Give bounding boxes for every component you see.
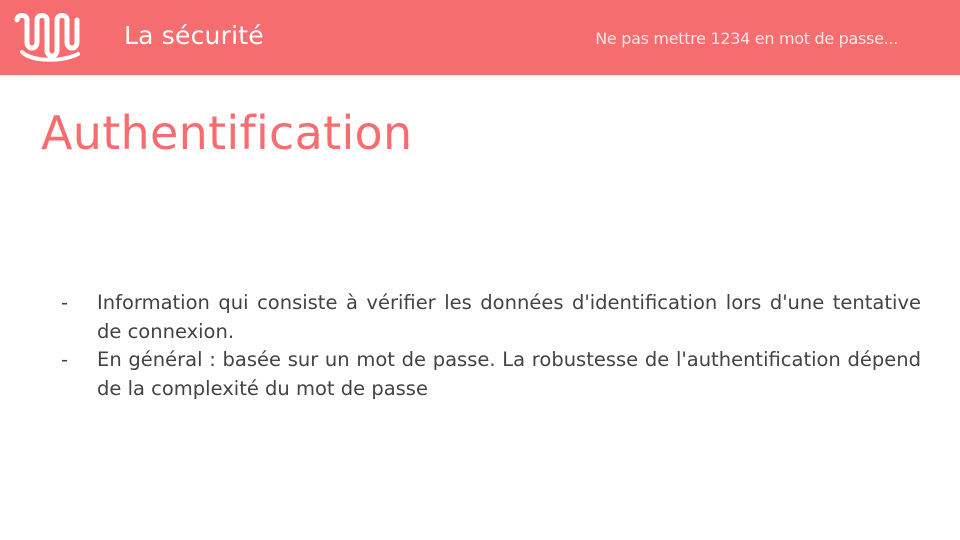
page-title: Authentification bbox=[41, 106, 413, 160]
header-bar: La sécurité Ne pas mettre 1234 en mot de… bbox=[0, 0, 960, 75]
slide: La sécurité Ne pas mettre 1234 en mot de… bbox=[0, 0, 960, 540]
section-subtitle: Ne pas mettre 1234 en mot de passe... bbox=[595, 29, 898, 48]
bullet-item: - Information qui consiste à vérifier le… bbox=[61, 289, 921, 346]
wavy-u-logo-icon bbox=[14, 13, 80, 62]
bullet-text: Information qui consiste à vérifier les … bbox=[97, 291, 921, 343]
section-title: La sécurité bbox=[124, 21, 264, 50]
bullet-text: En général : basée sur un mot de passe. … bbox=[97, 348, 921, 400]
bullet-item: - En général : basée sur un mot de passe… bbox=[61, 346, 921, 403]
bullet-list: - Information qui consiste à vérifier le… bbox=[61, 289, 921, 403]
bullet-dash: - bbox=[61, 348, 69, 371]
bullet-dash: - bbox=[61, 291, 69, 314]
